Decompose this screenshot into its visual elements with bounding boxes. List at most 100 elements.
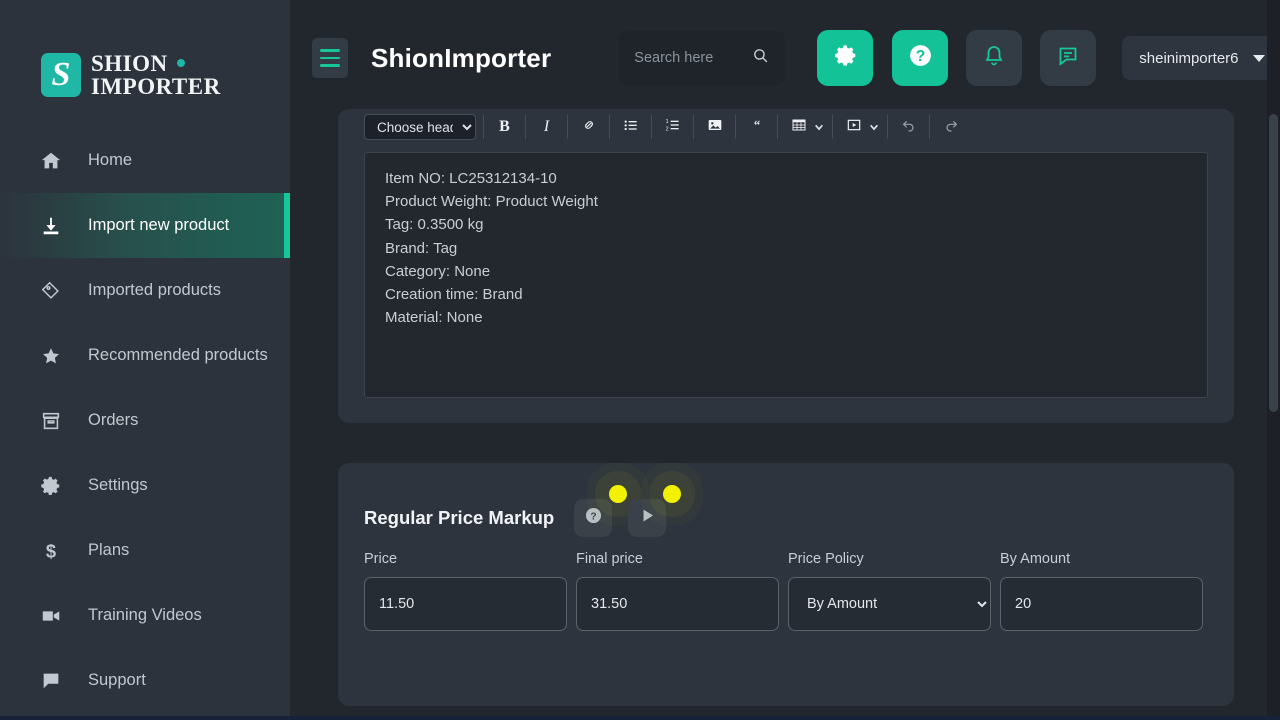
logo-letter: S [41,53,81,97]
search-input[interactable] [634,50,752,66]
bell-icon [982,44,1006,73]
sidebar-item-support[interactable]: Support [0,648,290,713]
svg-text:1: 1 [665,119,668,125]
video-camera-icon [40,605,62,627]
bullet-list-button[interactable] [619,114,642,140]
editor-line: Tag: 0.3500 kg [385,213,1187,236]
image-button[interactable] [703,114,726,140]
sidebar-item-plans[interactable]: $ Plans [0,518,290,583]
chat-icon [1056,44,1080,73]
field-by-amount: By Amount [1000,551,1203,631]
sidebar-item-import-new-product[interactable]: Import new product [0,193,290,258]
field-label: Price [364,551,567,567]
scrollbar-thumb[interactable] [1269,114,1278,412]
price-policy-select[interactable]: By Amount [788,577,991,631]
toolbar-divider [525,115,526,139]
top-header: ShionImporter ? [290,0,1280,116]
logo-dot-icon [177,59,185,67]
by-amount-input[interactable] [1000,577,1203,631]
app-logo[interactable]: S SHION IMPORTER [0,0,290,116]
notifications-button[interactable] [966,30,1022,86]
sidebar-item-label: Settings [88,476,148,495]
sidebar-item-training-videos[interactable]: Training Videos [0,583,290,648]
toolbar-divider [483,115,484,139]
field-price-policy: Price Policy By Amount [788,551,991,631]
price-input[interactable] [364,577,567,631]
link-icon [581,117,597,138]
sidebar-item-label: Support [88,671,146,690]
svg-text:?: ? [916,48,926,65]
logo-line-1-text: SHION [91,52,168,75]
sidebar-nav: Home Import new product Imported product… [0,128,290,713]
toolbar-divider [567,115,568,139]
user-menu[interactable]: sheinimporter6 [1122,36,1280,80]
toolbar-divider [609,115,610,139]
editor-content[interactable]: Item NO: LC25312134-10 Product Weight: P… [364,152,1208,398]
box-icon [40,410,62,432]
sidebar-item-orders[interactable]: Orders [0,388,290,453]
notification-badge [609,485,627,503]
table-dropdown-chevron-down-icon[interactable] [812,122,825,132]
media-button[interactable] [842,114,865,140]
search-box[interactable] [618,31,785,85]
messages-button[interactable] [1040,30,1096,86]
final-price-input[interactable] [576,577,779,631]
image-icon [707,117,723,138]
toolbar-divider [777,115,778,139]
page-scrollbar[interactable] [1267,0,1280,720]
numbered-list-button[interactable]: 12 [661,114,684,140]
help-button[interactable]: ? [892,30,948,86]
markup-fields: Price Final price Price Policy By Amount [338,541,1234,631]
media-play-icon [846,117,862,138]
sidebar-item-label: Orders [88,411,138,430]
markup-header: Regular Price Markup ? [338,463,1234,541]
bold-button[interactable]: B [493,114,516,140]
editor-line: Material: None [385,306,1187,329]
sidebar-item-label: Home [88,151,132,170]
redo-button[interactable] [939,114,962,140]
sidebar-item-label: Import new product [88,216,229,235]
sidebar-item-settings[interactable]: Settings [0,453,290,518]
toolbar-divider [735,115,736,139]
heading-select[interactable]: Choose heading [364,114,476,140]
editor-line: Brand: Tag [385,237,1187,260]
logo-line-2: IMPORTER [91,75,221,98]
undo-icon [901,117,917,138]
undo-button[interactable] [897,114,920,140]
toolbar-divider [832,115,833,139]
chevron-down-icon [1253,55,1265,62]
question-mark-icon: ? [584,506,603,530]
sidebar-item-label: Plans [88,541,129,560]
toolbar-divider [929,115,930,139]
logo-line-1: SHION [91,52,221,75]
question-mark-icon: ? [908,43,933,73]
sidebar-item-home[interactable]: Home [0,128,290,193]
svg-text:2: 2 [665,126,668,132]
svg-text:$: $ [46,540,56,561]
chat-bubble-icon [40,670,62,692]
hamburger-icon[interactable] [312,38,348,78]
regular-price-markup-card: Regular Price Markup ? [338,463,1234,706]
bullet-list-icon [623,117,639,138]
editor-line: Creation time: Brand [385,283,1187,306]
toolbar-divider [887,115,888,139]
user-name: sheinimporter6 [1139,50,1238,67]
sidebar-item-recommended-products[interactable]: Recommended products [0,323,290,388]
redo-icon [943,117,959,138]
settings-button[interactable] [817,30,873,86]
svg-text:?: ? [590,511,596,522]
editor-line: Item NO: LC25312134-10 [385,167,1187,190]
play-video-button[interactable] [628,499,666,537]
gear-icon [40,475,62,497]
sidebar-item-label: Training Videos [88,606,202,625]
field-final-price: Final price [576,551,779,631]
sidebar-item-imported-products[interactable]: Imported products [0,258,290,323]
link-button[interactable] [577,114,600,140]
media-dropdown-chevron-down-icon[interactable] [867,122,880,132]
table-button[interactable] [787,114,810,140]
gear-icon [833,43,858,73]
help-tooltip-button[interactable]: ? [574,499,612,537]
italic-button[interactable]: I [535,114,558,140]
blockquote-button[interactable]: “ [745,114,768,140]
home-icon [40,150,62,172]
